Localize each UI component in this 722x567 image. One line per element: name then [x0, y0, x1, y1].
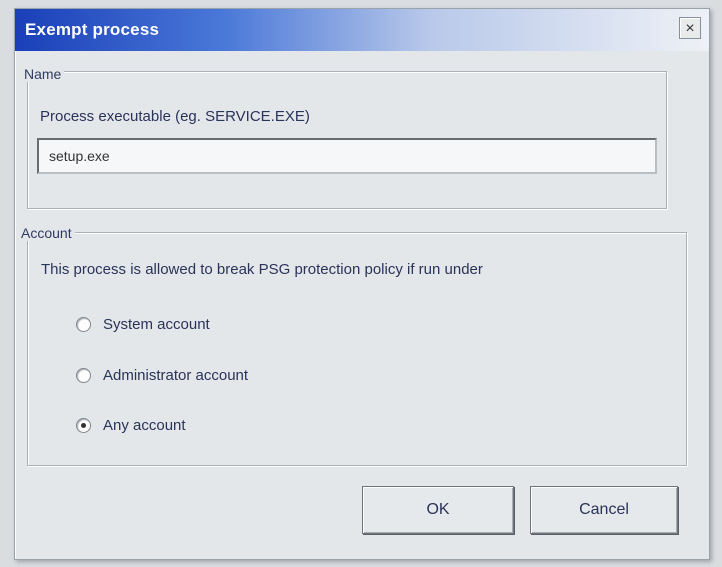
- title-bar[interactable]: Exempt process ×: [15, 9, 709, 51]
- account-group-legend: Account: [18, 225, 75, 241]
- radio-any-account-control[interactable]: [76, 417, 91, 433]
- ok-button[interactable]: OK: [362, 486, 514, 534]
- radio-any-account-label[interactable]: Any account: [103, 417, 186, 434]
- radio-system-account-control[interactable]: [76, 316, 91, 332]
- radio-system-account-label[interactable]: System account: [103, 316, 210, 333]
- radio-administrator-account-control[interactable]: [76, 367, 91, 383]
- account-description: This process is allowed to break PSG pro…: [41, 261, 483, 278]
- process-executable-input[interactable]: [37, 138, 657, 174]
- name-group-legend: Name: [21, 66, 65, 82]
- radio-system-account[interactable]: System account: [76, 313, 210, 335]
- close-button[interactable]: ×: [679, 17, 701, 39]
- cancel-button[interactable]: Cancel: [530, 486, 678, 534]
- window-title: Exempt process: [25, 20, 160, 39]
- radio-administrator-account-label[interactable]: Administrator account: [103, 367, 248, 384]
- radio-any-account[interactable]: Any account: [76, 414, 186, 436]
- process-executable-label: Process executable (eg. SERVICE.EXE): [40, 108, 310, 125]
- close-icon: ×: [685, 20, 695, 37]
- radio-administrator-account[interactable]: Administrator account: [76, 364, 248, 386]
